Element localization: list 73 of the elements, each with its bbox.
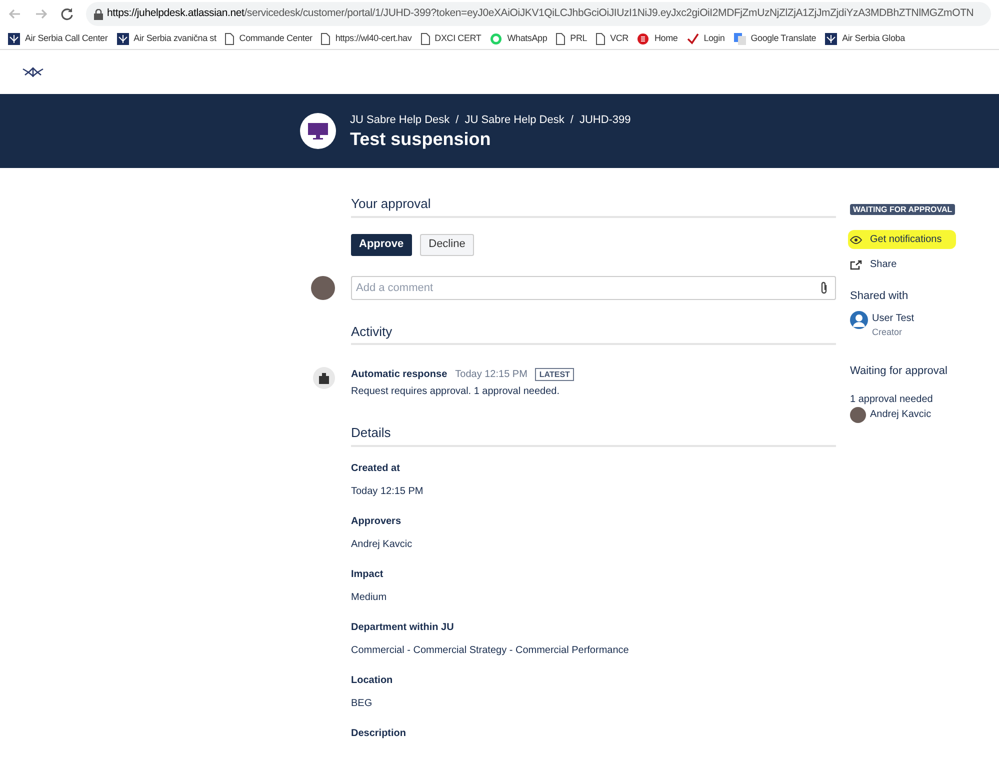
decline-button[interactable]: Decline xyxy=(420,234,474,256)
request-title: Test suspension xyxy=(350,128,492,150)
sidebar-heading: Waiting for approval xyxy=(850,364,948,379)
latest-tag: LATEST xyxy=(535,368,574,381)
user-avatar xyxy=(311,276,335,300)
user-role: Creator xyxy=(872,326,904,338)
page-icon xyxy=(225,32,234,44)
bookmark-link[interactable]: Google Translate xyxy=(734,32,816,46)
translate-icon xyxy=(734,32,746,44)
user-name: User Test xyxy=(872,312,914,326)
breadcrumb-link[interactable]: JU Sabre Help Desk xyxy=(350,112,450,128)
sidebar-heading: Shared with xyxy=(850,289,910,304)
field-label: Impact xyxy=(351,568,384,582)
page-icon xyxy=(596,32,606,44)
breadcrumb-separator: / xyxy=(570,112,574,128)
request-type-icon xyxy=(300,113,336,149)
user-avatar xyxy=(850,406,866,422)
activity-time: Today 12:15 PM xyxy=(455,368,528,382)
page-icon xyxy=(420,32,430,44)
share-icon xyxy=(850,260,862,270)
field-value: Medium xyxy=(351,590,388,604)
field-value: BEG xyxy=(351,696,374,710)
bookmark-link[interactable]: WhatsApp xyxy=(490,32,548,46)
paperclip-icon[interactable] xyxy=(820,280,828,294)
bookmark-link[interactable]: DXCI CERT xyxy=(420,32,482,46)
comment-field[interactable]: Add a comment xyxy=(351,276,836,300)
share-link[interactable]: Share xyxy=(848,255,911,274)
bookmark-link[interactable]: https://wl40-cert.hav xyxy=(321,32,412,46)
breadcrumb-separator: / xyxy=(456,112,459,128)
field-value: Commercial - Commercial Strategy - Commercial Performance xyxy=(351,644,630,658)
field-label: Location xyxy=(351,674,394,688)
section-heading: Your approval xyxy=(351,195,432,213)
lock-icon xyxy=(94,8,103,20)
logo-icon xyxy=(8,32,20,44)
field-value: Andrej Kavcic xyxy=(351,538,414,552)
section-heading: Activity xyxy=(351,322,394,341)
bookmark-link[interactable]: Air Serbia Call Center xyxy=(8,32,108,46)
activity-text: Request requires approval. 1 approval needed. xyxy=(351,385,560,399)
approve-button[interactable]: Approve xyxy=(351,234,412,256)
address-bar[interactable]: https://juhelpdesk.atlassian.net/servicedesk/customer/portal/1/JUHD-399?token=eyJ0eXAiOiJKV1QiLCJhbGciOiJIUzI1NiJ9.eyJxc2giOiI2MDFjZmUzNjZlZjA1ZjJmZjdiYzA3MDBhZTNlMGZmOTN xyxy=(86,2,991,26)
bot-avatar xyxy=(313,367,335,389)
circle-icon xyxy=(637,32,650,44)
logo-icon xyxy=(116,32,129,44)
chat-bubble-icon xyxy=(490,32,502,44)
field-label: Created at xyxy=(351,462,401,476)
approver-name: Andrej Kavcic xyxy=(870,408,932,422)
field-value: Today 12:15 PM xyxy=(351,484,424,498)
bookmark-link[interactable]: PRL xyxy=(556,32,588,46)
logo-icon[interactable] xyxy=(22,66,44,78)
url-text: https://juhelpdesk.atlassian.net/servicedesk/customer/portal/1/JUHD-399?token=eyJ0eXAiOiJKV1QiLCJhbGciOiJIUzI1NiJ9.eyJxc2giOiI2MDFjZmUzNjZlZjA1ZjJmZjdiYzA3MDBhZTNlMGZmOTN xyxy=(107,6,974,22)
breadcrumb-link[interactable]: JU Sabre Help Desk xyxy=(464,112,564,128)
bookmark-link[interactable]: Air Serbia zvanična st xyxy=(116,32,216,46)
bookmark-link[interactable]: Home xyxy=(637,32,678,46)
bookmark-link[interactable]: VCR xyxy=(596,32,628,46)
field-label: Approvers xyxy=(351,514,402,528)
field-label: Description xyxy=(351,726,408,740)
reload-icon[interactable] xyxy=(60,7,74,21)
page-icon xyxy=(321,32,330,44)
bookmark-link[interactable]: Commande Center xyxy=(225,32,312,46)
section-heading: Details xyxy=(351,424,392,442)
eye-icon xyxy=(850,236,862,244)
status-badge: WAITING FOR APPROVAL xyxy=(850,204,956,215)
bookmark-link[interactable]: Air Serbia Globa xyxy=(825,32,905,46)
user-silhouette-icon xyxy=(850,310,868,328)
notifications-link[interactable]: Get notifications xyxy=(848,230,956,249)
logo-icon xyxy=(825,32,838,44)
bookmark-link[interactable]: Login xyxy=(686,32,725,46)
field-label: Department within JU xyxy=(351,620,455,634)
approval-count: 1 approval needed xyxy=(850,392,934,406)
page-icon xyxy=(556,32,566,44)
breadcrumb-link[interactable]: JUHD-399 xyxy=(579,112,631,128)
activity-author: Automatic response xyxy=(351,368,448,382)
checkmark-icon xyxy=(686,32,699,44)
